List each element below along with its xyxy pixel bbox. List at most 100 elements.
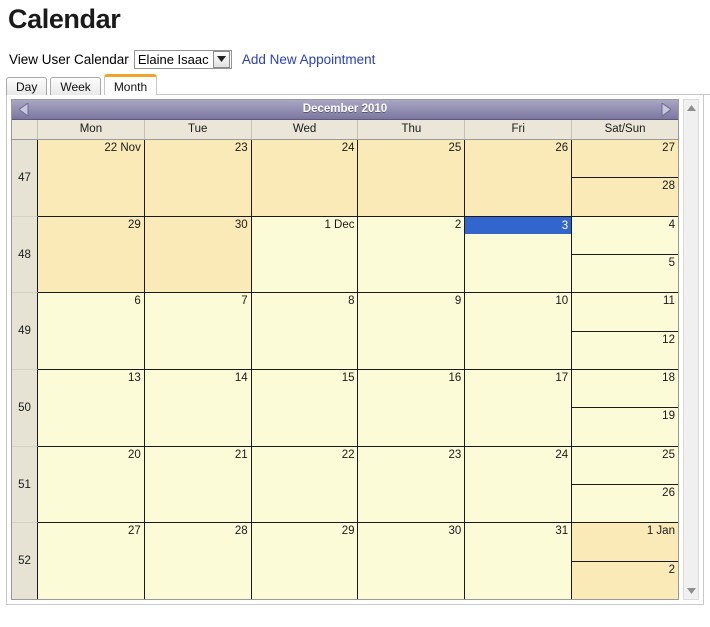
day-number: 8 — [348, 295, 355, 308]
day-number: 25 — [662, 448, 675, 461]
day-number: 3 — [465, 216, 572, 234]
day-cell[interactable]: 19 — [572, 408, 678, 446]
day-cell[interactable]: 6 — [38, 293, 145, 370]
day-cell[interactable]: 10 — [465, 293, 573, 370]
day-cell[interactable]: 22 — [251, 446, 359, 523]
day-number: 24 — [341, 142, 355, 154]
day-cell[interactable]: 21 — [144, 446, 252, 523]
day-number: 9 — [454, 295, 462, 308]
day-cell[interactable]: 1 Jan — [572, 523, 678, 562]
day-number: 27 — [662, 142, 675, 154]
day-number: 6 — [134, 295, 141, 308]
day-cell[interactable]: 27 — [572, 140, 678, 179]
chevron-down-icon[interactable] — [212, 50, 230, 68]
day-number: 30 — [234, 218, 248, 231]
day-cell[interactable]: 1 Dec — [251, 216, 359, 293]
day-cell[interactable]: 12 — [572, 331, 678, 370]
day-cell[interactable]: 28 — [572, 178, 678, 216]
day-cell[interactable]: 26 — [465, 140, 573, 216]
day-cell[interactable]: 15 — [251, 370, 359, 446]
weekend-column: 1 Jan 2 — [572, 523, 678, 599]
day-number: 26 — [662, 487, 675, 500]
day-cell[interactable]: 5 — [572, 255, 678, 293]
day-number: 23 — [448, 448, 462, 461]
week-number-cell: 52 — [12, 523, 38, 599]
tab-week[interactable]: Week — [50, 77, 101, 95]
day-number: 30 — [448, 525, 462, 538]
day-cell[interactable]: 4 — [572, 216, 678, 256]
day-number: 7 — [241, 295, 248, 308]
day-cell[interactable]: 16 — [358, 370, 466, 446]
day-cell[interactable]: 27 — [38, 523, 145, 599]
day-number: 21 — [234, 448, 248, 461]
day-number: 1 Jan — [646, 525, 675, 538]
user-select[interactable]: Elaine Isaac — [133, 49, 232, 69]
day-number: 2 — [668, 563, 675, 576]
day-cell[interactable]: 3 — [465, 216, 573, 293]
day-cell[interactable]: 18 — [572, 370, 678, 409]
weekday-header-tue: Tue — [145, 120, 252, 139]
day-cell[interactable]: 24 — [465, 446, 573, 523]
day-cell[interactable]: 7 — [144, 293, 252, 370]
day-cell[interactable]: 25 — [572, 446, 678, 486]
day-cell[interactable]: 9 — [358, 293, 466, 370]
day-number: 18 — [662, 372, 675, 385]
day-cell[interactable]: 26 — [572, 485, 678, 523]
weekend-column: 45 — [572, 216, 678, 293]
day-number: 15 — [341, 372, 355, 385]
day-number: 11 — [663, 295, 675, 308]
week-number-cell: 49 — [12, 293, 38, 371]
day-number: 2 — [454, 218, 462, 231]
day-cell[interactable]: 25 — [358, 140, 466, 216]
day-number: 5 — [668, 257, 675, 270]
day-cell[interactable]: 8 — [251, 293, 359, 370]
day-cell[interactable]: 22 Nov — [38, 140, 145, 216]
day-cell[interactable]: 17 — [465, 370, 573, 446]
day-cell[interactable]: 14 — [144, 370, 252, 446]
day-cell[interactable]: 2 — [572, 561, 678, 599]
week-row: 48 29 30 1 Dec 2 3 4 5 — [12, 216, 678, 294]
scroll-up-icon[interactable] — [684, 102, 698, 114]
day-number: 17 — [555, 372, 569, 385]
calendar-grid: December 2010 Mon Tue Wed Thu Fri Sat/Su… — [11, 99, 679, 600]
weekday-header-satsun: Sat/Sun — [604, 123, 646, 135]
week-number-cell: 48 — [12, 216, 38, 294]
day-number: 28 — [662, 180, 675, 193]
day-number: 12 — [662, 333, 675, 346]
day-number: 1 Dec — [324, 218, 355, 231]
weekend-column: 27 28 — [572, 140, 678, 216]
month-navigation-header: December 2010 — [12, 100, 678, 120]
day-cell[interactable]: 20 — [38, 446, 145, 523]
day-cell[interactable]: 29 — [251, 523, 359, 599]
day-cell[interactable]: 24 — [251, 140, 359, 216]
calendar-weeks: 47 22 Nov 23 24 25 26 27 28 48 29 30 1 Dec 2 3 4 5 49 6 7 8… — [12, 140, 678, 599]
page-title: Calendar — [8, 4, 121, 34]
day-cell[interactable]: 29 — [38, 216, 145, 293]
week-number-header — [12, 120, 38, 139]
day-number: 14 — [234, 372, 248, 385]
weekday-header-row: Mon Tue Wed Thu Fri Sat/Sun — [12, 120, 678, 140]
tab-day[interactable]: Day — [6, 77, 48, 95]
day-number: 28 — [234, 525, 248, 538]
day-cell[interactable]: 28 — [144, 523, 252, 599]
next-month-icon[interactable] — [654, 100, 678, 119]
day-cell[interactable]: 23 — [144, 140, 252, 216]
day-number: 27 — [128, 525, 141, 538]
day-cell[interactable]: 30 — [358, 523, 466, 599]
tabs-filler — [156, 93, 710, 95]
toolbar: View User Calendar Elaine Isaac Add New … — [9, 48, 710, 70]
add-new-appointment-link[interactable]: Add New Appointment — [242, 52, 376, 67]
day-cell[interactable]: 2 — [358, 216, 466, 293]
vertical-scrollbar[interactable] — [683, 99, 699, 600]
day-cell[interactable]: 31 — [465, 523, 573, 599]
day-number: 10 — [555, 295, 569, 308]
day-cell[interactable]: 11 — [572, 293, 678, 332]
scroll-down-icon[interactable] — [684, 585, 698, 597]
day-number: 29 — [341, 525, 355, 538]
day-cell[interactable]: 13 — [38, 370, 145, 446]
tab-month[interactable]: Month — [103, 74, 158, 95]
day-cell[interactable]: 23 — [358, 446, 466, 523]
previous-month-icon[interactable] — [12, 100, 36, 119]
day-number: 29 — [128, 218, 141, 231]
day-cell[interactable]: 30 — [144, 216, 252, 293]
